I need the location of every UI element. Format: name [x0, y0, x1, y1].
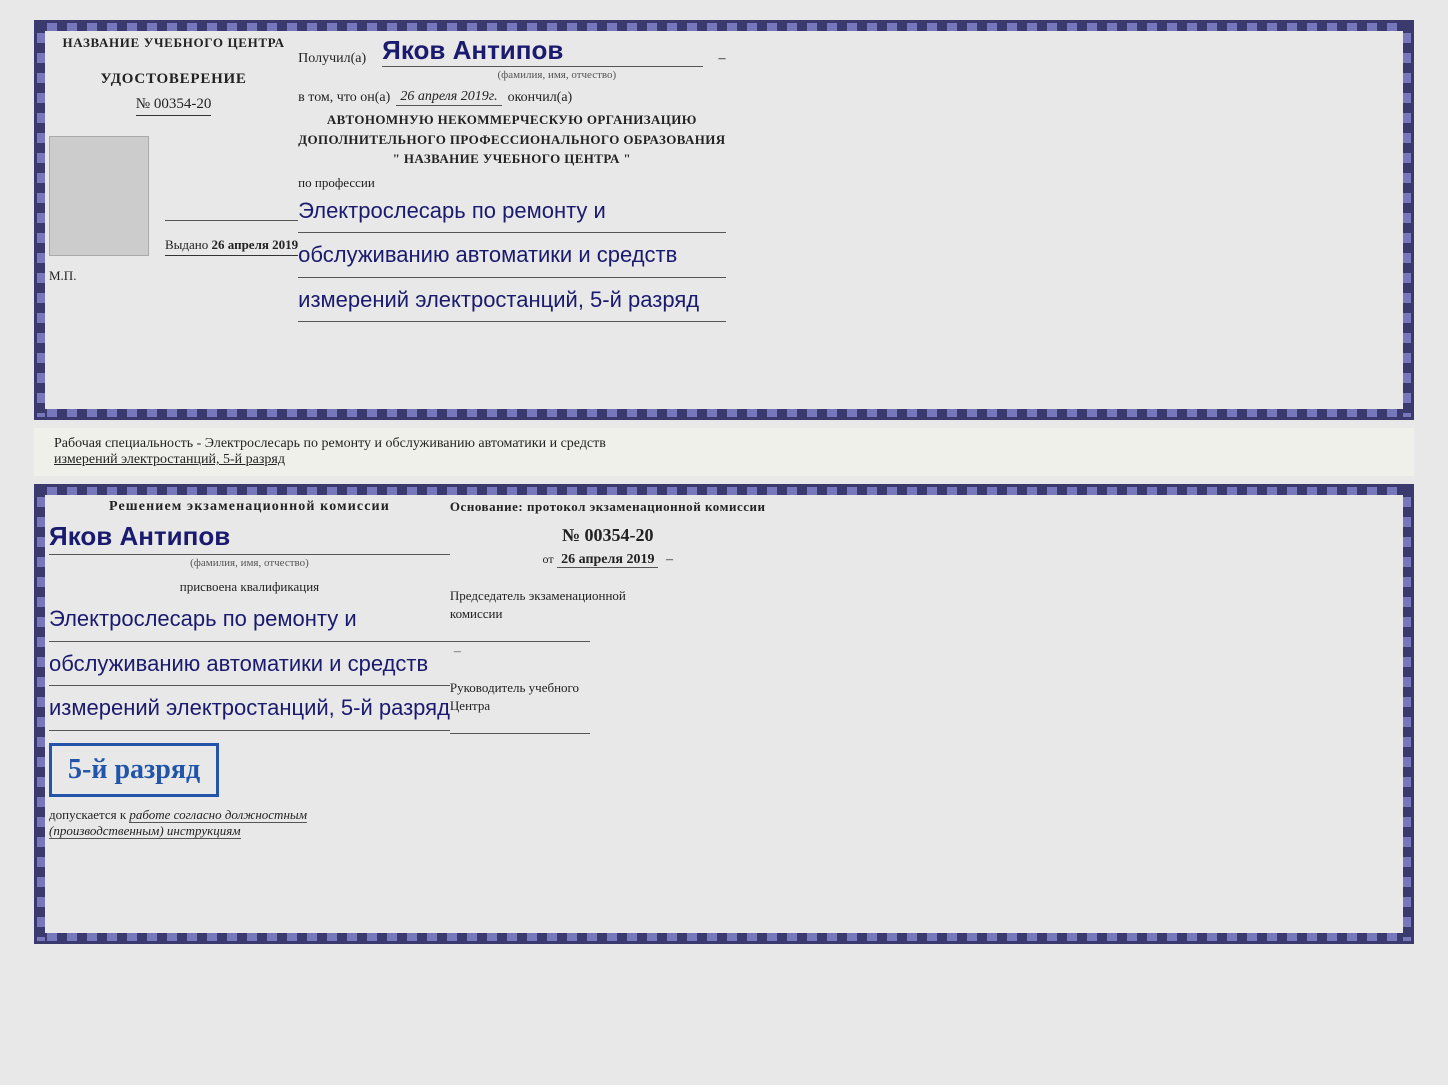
osnovanie-label: Основание: протокол экзаменационной коми…	[450, 499, 766, 515]
ot-date-block: от 26 апреля 2019 –	[450, 552, 766, 568]
top-document: НАЗВАНИЕ УЧЕБНОГО ЦЕНТРА УДОСТОВЕРЕНИЕ №…	[34, 20, 1414, 420]
profession-line3-bot: измерений электростанций, 5-й разряд	[49, 688, 450, 731]
ruk-block: Руководитель учебного Центра	[450, 680, 766, 734]
vtom-prefix: в том, что он(а)	[298, 90, 390, 106]
razryad-badge: 5-й разряд	[68, 754, 200, 786]
ot-date: 26 апреля 2019	[557, 552, 658, 568]
vydano-date: 26 апреля 2019	[212, 237, 299, 252]
bottom-left-panel: Решением экзаменационной комиссии Яков А…	[49, 499, 450, 929]
resheniem-label: Решением экзаменационной комиссии	[49, 499, 450, 515]
profession-line2-top: обслуживанию автоматики и средств	[298, 235, 725, 278]
vydano-label: Выдано	[165, 237, 208, 252]
profession-bottom: Электрослесарь по ремонту и обслуживанию…	[49, 599, 450, 731]
bottom-right-panel: Основание: протокол экзаменационной коми…	[450, 499, 766, 929]
poluchil-label: Получил(а)	[298, 51, 366, 67]
ruk-label: Руководитель учебного	[450, 680, 766, 696]
recipient-name-top: Яков Антипов	[382, 35, 702, 67]
dopuskaetsya-text: работе согласно должностным	[129, 807, 307, 823]
ruk-sig-line	[450, 716, 590, 734]
udostoverenie-number: № 00354-20	[136, 96, 212, 116]
prisvoena-label: присвоена квалификация	[49, 579, 450, 595]
chairman-block: Председатель экзаменационной комиссии –	[450, 588, 766, 660]
photo-placeholder	[49, 136, 149, 256]
bottom-document: Решением экзаменационной комиссии Яков А…	[34, 484, 1414, 944]
profession-top: Электрослесарь по ремонту и обслуживанию…	[298, 191, 725, 323]
dopuskaetsya-text2: (производственным) инструкциям	[49, 823, 241, 839]
org-line2: ДОПОЛНИТЕЛЬНОГО ПРОФЕССИОНАЛЬНОГО ОБРАЗО…	[298, 130, 725, 150]
fio-caption-bottom: (фамилия, имя, отчество)	[49, 557, 450, 569]
ot-prefix: от	[543, 552, 554, 566]
center-name-top: НАЗВАНИЕ УЧЕБНОГО ЦЕНТРА	[49, 35, 298, 51]
po-professii-label: по профессии	[298, 175, 725, 191]
profession-line1-bot: Электрослесарь по ремонту и	[49, 599, 450, 642]
org-block: АВТОНОМНУЮ НЕКОММЕРЧЕСКУЮ ОРГАНИЗАЦИЮ ДО…	[298, 110, 725, 169]
udostoverenie-title: УДОСТОВЕРЕНИЕ	[100, 71, 246, 88]
dopuskaetsya-block: допускается к работе согласно должностны…	[49, 807, 450, 839]
recipient-name-bottom: Яков Антипов	[49, 521, 450, 555]
middle-line1: Рабочая специальность - Электрослесарь п…	[54, 436, 1394, 452]
org-quote: " НАЗВАНИЕ УЧЕБНОГО ЦЕНТРА "	[298, 149, 725, 169]
dopuskaetsya-prefix: допускается к	[49, 807, 126, 822]
top-right-panel: Получил(а) Яков Антипов – (фамилия, имя,…	[298, 35, 725, 405]
vydano-line: Выдано 26 апреля 2019	[165, 237, 298, 256]
middle-text-block: Рабочая специальность - Электрослесарь п…	[34, 428, 1414, 476]
profession-line1-top: Электрослесарь по ремонту и	[298, 191, 725, 234]
chairman-sig-line	[450, 624, 590, 642]
org-line1: АВТОНОМНУЮ НЕКОММЕРЧЕСКУЮ ОРГАНИЗАЦИЮ	[298, 110, 725, 130]
fio-caption-top: (фамилия, имя, отчество)	[388, 69, 725, 81]
top-left-panel: НАЗВАНИЕ УЧЕБНОГО ЦЕНТРА УДОСТОВЕРЕНИЕ №…	[49, 35, 298, 405]
vtom-date: 26 апреля 2019г.	[396, 89, 501, 106]
protocol-num: № 00354-20	[450, 525, 766, 546]
middle-line2: измерений электростанций, 5-й разряд	[54, 452, 1394, 468]
profession-line2-bot: обслуживанию автоматики и средств	[49, 644, 450, 687]
chairman-label2: комиссии	[450, 606, 766, 622]
chairman-label: Председатель экзаменационной	[450, 588, 766, 604]
mp-label: М.П.	[49, 268, 298, 284]
ruk-label2: Центра	[450, 698, 766, 714]
vtom-suffix: окончил(а)	[508, 90, 573, 106]
profession-line3-top: измерений электростанций, 5-й разряд	[298, 280, 725, 323]
